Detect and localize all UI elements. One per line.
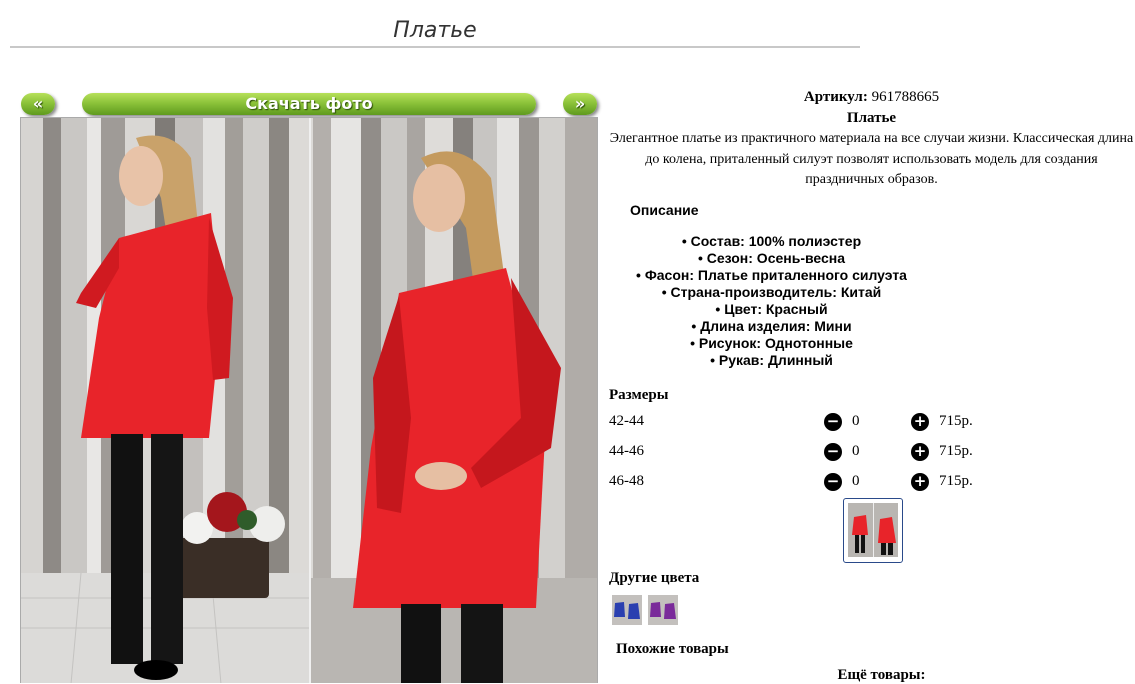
thumbnail-image bbox=[848, 503, 898, 557]
blue-variant-image bbox=[612, 595, 642, 625]
quantity-value: 0 bbox=[852, 443, 860, 459]
purple-variant-image bbox=[648, 595, 678, 625]
article-label: Артикул: bbox=[803, 89, 868, 105]
prev-photo-button[interactable]: « bbox=[21, 93, 55, 115]
size-row: 42-44 − 0 + 715р. bbox=[609, 411, 1029, 433]
more-products-heading: Ещё товары: bbox=[837, 667, 926, 683]
description-heading: Описание bbox=[630, 202, 699, 218]
plus-circle-icon[interactable]: + bbox=[911, 443, 929, 461]
quantity-value: 0 bbox=[852, 473, 860, 489]
minus-circle-icon[interactable]: − bbox=[824, 473, 842, 491]
download-photo-button[interactable]: Скачать фото bbox=[82, 93, 536, 115]
size-price: 715р. bbox=[939, 443, 973, 459]
quantity-value: 0 bbox=[852, 413, 860, 429]
product-description: Элегантное платье из практичного материа… bbox=[609, 131, 1134, 187]
other-colors-heading: Другие цвета bbox=[609, 570, 700, 586]
title-divider bbox=[10, 46, 860, 48]
size-row: 46-48 − 0 + 715р. bbox=[609, 471, 1029, 493]
sizes-heading: Размеры bbox=[609, 387, 669, 403]
spec-item: Цвет: Красный bbox=[608, 301, 935, 318]
product-name: Платье bbox=[846, 110, 897, 126]
size-price: 715р. bbox=[939, 413, 973, 429]
color-variant-thumbnail[interactable] bbox=[612, 595, 642, 625]
size-label: 46-48 bbox=[609, 473, 644, 489]
size-row: 44-46 − 0 + 715р. bbox=[609, 441, 1029, 463]
article-line: Артикул: 961788665 bbox=[608, 89, 1135, 106]
minus-circle-icon[interactable]: − bbox=[824, 443, 842, 461]
next-photo-button[interactable]: » bbox=[563, 93, 597, 115]
color-variant-thumbnail[interactable] bbox=[648, 595, 678, 625]
plus-circle-icon[interactable]: + bbox=[911, 413, 929, 431]
product-photo-illustration bbox=[21, 118, 597, 683]
article-number: 961788665 bbox=[871, 89, 940, 105]
spec-item: Фасон: Платье приталенного силуэта bbox=[608, 267, 935, 284]
spec-item: Длина изделия: Мини bbox=[608, 318, 935, 335]
spec-list: Состав: 100% полиэстер Сезон: Осень-весн… bbox=[608, 233, 935, 369]
page-title: Платье bbox=[393, 18, 477, 43]
plus-circle-icon[interactable]: + bbox=[911, 473, 929, 491]
spec-item: Сезон: Осень-весна bbox=[608, 250, 935, 267]
size-price: 715р. bbox=[939, 473, 973, 489]
product-thumbnail[interactable] bbox=[843, 498, 903, 563]
similar-products-heading: Похожие товары bbox=[616, 641, 729, 657]
spec-item: Рисунок: Однотонные bbox=[608, 335, 935, 352]
minus-circle-icon[interactable]: − bbox=[824, 413, 842, 431]
spec-item: Состав: 100% полиэстер bbox=[608, 233, 935, 250]
spec-item: Рукав: Длинный bbox=[608, 352, 935, 369]
size-label: 42-44 bbox=[609, 413, 644, 429]
main-product-photo[interactable] bbox=[20, 117, 598, 683]
spec-item: Страна-производитель: Китай bbox=[608, 284, 935, 301]
size-label: 44-46 bbox=[609, 443, 644, 459]
